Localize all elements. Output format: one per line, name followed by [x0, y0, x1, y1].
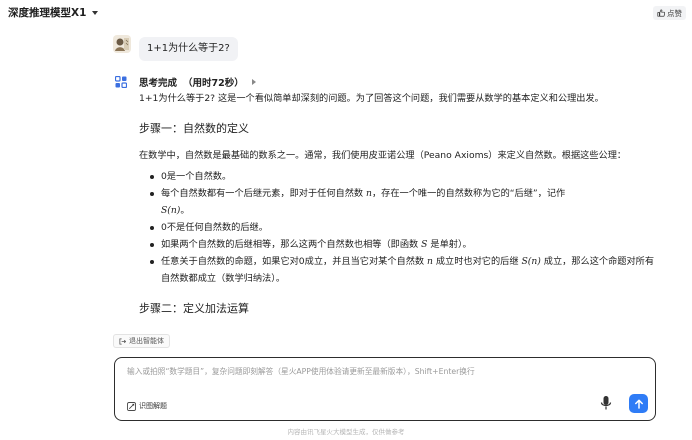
axiom-2-start: 每个自然数都有一个后继元素，即对于任何自然数	[161, 188, 364, 199]
answer-content: 1+1为什么等于2? 这是一个看似简单却深刻的问题。为了回答这个问题，我们需要从…	[139, 90, 659, 327]
axiom-2-mid: ，存在一个唯一的自然数称为它的“后继”，记作	[371, 188, 566, 199]
list-item: 任意关于自然数的命题，如果它对0成立，并且当它对某个自然数 n 成立时也对它的后…	[149, 253, 659, 287]
math-s: S	[421, 239, 428, 250]
step1-body: 在数学中，自然数是最基础的数系之一。通常，我们使用皮亚诺公理（Peano Axi…	[139, 150, 627, 161]
math-sn: S(n)	[161, 205, 181, 216]
like-button[interactable]: 点赞	[653, 6, 686, 20]
axiom-3: 0不是任何自然数的后继。	[161, 222, 268, 233]
list-item: 0是一个自然数。	[149, 168, 659, 185]
math-sn: S(n)	[521, 256, 541, 267]
image-scan-icon	[127, 401, 136, 411]
thinking-label: 思考完成	[139, 78, 178, 89]
step1-heading: 步骤一：自然数的定义	[139, 122, 249, 135]
bot-grid-icon	[115, 76, 127, 88]
chevron-down-icon	[92, 10, 99, 15]
footer-disclaimer: 内容由讯飞星火大模型生成，仅供做参考	[287, 428, 405, 436]
math-n: n	[427, 256, 433, 267]
axiom-5-start: 任意关于自然数的命题，如果它对0成立，并且当它对某个自然数	[161, 256, 425, 267]
image-solve-label: 识图解题	[139, 402, 167, 410]
top-bar: 深度推理模型X1 点赞	[0, 0, 692, 26]
list-item: 0不是任何自然数的后继。	[149, 219, 659, 236]
play-triangle-icon[interactable]	[251, 79, 256, 85]
user-avatar	[113, 35, 131, 53]
list-item: 如果两个自然数的后继相等，那么这两个自然数也相等（即函数 S 是单射）。	[149, 236, 659, 253]
axiom-4-start: 如果两个自然数的后继相等，那么这两个自然数也相等（即函数	[161, 239, 419, 250]
axiom-4-end: 是单射）。	[430, 239, 472, 250]
list-item: 每个自然数都有一个后继元素，即对于任何自然数 n，存在一个唯一的自然数称为它的“…	[149, 185, 659, 219]
model-selector[interactable]: 深度推理模型X1	[8, 5, 99, 20]
answer-intro: 1+1为什么等于2? 这是一个看似简单却深刻的问题。为了回答这个问题，我们需要从…	[139, 93, 604, 104]
exit-icon	[119, 337, 126, 345]
axiom-1: 0是一个自然数。	[161, 171, 232, 182]
arrow-up-icon	[634, 399, 643, 409]
thinking-time: （用时72秒）	[183, 78, 244, 89]
microphone-icon[interactable]	[599, 395, 613, 411]
like-label: 点赞	[667, 8, 682, 18]
model-name: 深度推理模型X1	[8, 7, 87, 19]
axiom-list: 0是一个自然数。 每个自然数都有一个后继元素，即对于任何自然数 n，存在一个唯一…	[139, 168, 659, 287]
thumbs-up-icon	[657, 9, 665, 17]
composer: 识图解题	[114, 357, 656, 421]
axiom-2-end: 。	[180, 205, 190, 216]
user-message-bubble: 1+1为什么等于2?	[139, 37, 238, 61]
send-button[interactable]	[629, 394, 648, 413]
image-solve-button[interactable]: 识图解题	[127, 401, 167, 411]
message-input[interactable]	[127, 367, 597, 376]
thinking-status[interactable]: 思考完成 （用时72秒）	[139, 75, 256, 89]
step2-heading: 步骤二：定义加法运算	[139, 302, 249, 315]
exit-agent-button[interactable]: 退出智能体	[113, 334, 170, 348]
exit-agent-label: 退出智能体	[129, 337, 164, 345]
axiom-5-mid: 成立时也对它的后继	[435, 256, 519, 267]
